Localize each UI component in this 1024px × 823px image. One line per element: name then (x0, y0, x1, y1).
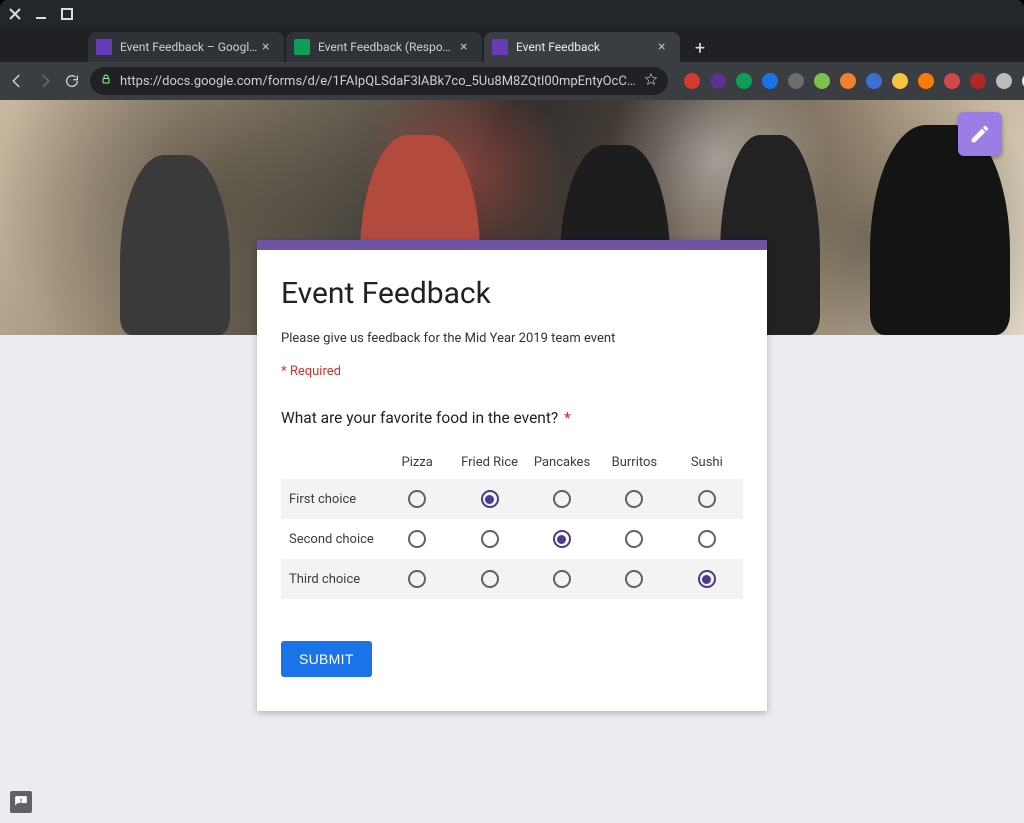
extensions-row (684, 73, 1024, 89)
radio-option[interactable] (553, 570, 571, 588)
lock-icon (100, 73, 112, 89)
grid-row: Second choice (281, 519, 743, 559)
window-titlebar (0, 0, 1024, 28)
reload-button[interactable] (64, 70, 80, 92)
grid-row: First choice (281, 479, 743, 519)
radio-option[interactable] (408, 490, 426, 508)
tab-title: Event Feedback (516, 40, 654, 54)
back-button[interactable] (8, 70, 26, 92)
extension-icon[interactable] (788, 73, 804, 89)
column-header: Pizza (381, 455, 453, 470)
pencil-icon (969, 123, 991, 145)
required-asterisk: * (564, 409, 571, 427)
extension-icon[interactable] (944, 73, 960, 89)
window-minimize-button[interactable] (32, 5, 50, 23)
address-bar[interactable]: https://docs.google.com/forms/d/e/1FAIpQ… (90, 67, 668, 95)
question-label: What are your favorite food in the event… (281, 409, 558, 427)
grid-header-row: Pizza Fried Rice Pancakes Burritos Sushi (281, 445, 743, 479)
radio-option[interactable] (625, 490, 643, 508)
page-viewport: Event Feedback Please give us feedback f… (0, 100, 1024, 823)
tab-close-icon[interactable]: × (262, 39, 276, 55)
column-header: Pancakes (526, 455, 598, 470)
forms-icon (492, 39, 508, 55)
question-text: What are your favorite food in the event… (281, 409, 743, 427)
feedback-icon (14, 795, 28, 809)
tab-close-icon[interactable]: × (460, 39, 474, 55)
forms-icon (96, 39, 112, 55)
extension-icon[interactable] (840, 73, 856, 89)
new-tab-button[interactable]: + (686, 34, 714, 62)
extension-icon[interactable] (918, 73, 934, 89)
row-label: First choice (281, 492, 381, 507)
form-description: Please give us feedback for the Mid Year… (281, 331, 743, 346)
url-text: https://docs.google.com/forms/d/e/1FAIpQ… (120, 74, 636, 89)
window-maximize-button[interactable] (58, 5, 76, 23)
radio-option[interactable] (553, 530, 571, 548)
extension-icon[interactable] (996, 73, 1012, 89)
radio-option[interactable] (625, 530, 643, 548)
extension-icon[interactable] (866, 73, 882, 89)
browser-tab-active[interactable]: Event Feedback × (484, 32, 680, 62)
column-header: Burritos (598, 455, 670, 470)
tab-close-icon[interactable]: × (658, 39, 672, 55)
submit-button[interactable]: SUBMIT (281, 641, 372, 677)
forward-button[interactable] (36, 70, 54, 92)
tab-title: Event Feedback – Google Forms (120, 40, 258, 54)
browser-tab[interactable]: Event Feedback (Responses) - G × (286, 32, 482, 62)
browser-tabstrip: Event Feedback – Google Forms × Event Fe… (0, 28, 1024, 62)
report-problem-button[interactable] (10, 791, 32, 813)
required-label: * Required (281, 364, 743, 379)
radio-option[interactable] (408, 530, 426, 548)
form-title: Event Feedback (281, 276, 743, 311)
row-label: Second choice (281, 532, 381, 547)
browser-tab[interactable]: Event Feedback – Google Forms × (88, 32, 284, 62)
extension-icon[interactable] (736, 73, 752, 89)
edit-form-button[interactable] (958, 112, 1002, 156)
extension-icon[interactable] (970, 73, 986, 89)
extension-icon[interactable] (684, 73, 700, 89)
column-header: Sushi (671, 455, 743, 470)
tab-title: Event Feedback (Responses) - G (318, 40, 456, 54)
radio-option[interactable] (408, 570, 426, 588)
radio-option[interactable] (481, 530, 499, 548)
window-close-button[interactable] (6, 5, 24, 23)
extension-icon[interactable] (892, 73, 908, 89)
column-header: Fried Rice (453, 455, 525, 470)
row-label: Third choice (281, 572, 381, 587)
extension-icon[interactable] (710, 73, 726, 89)
extension-icon[interactable] (762, 73, 778, 89)
form-card: Event Feedback Please give us feedback f… (257, 240, 767, 711)
sheets-icon (294, 39, 310, 55)
radio-option[interactable] (698, 570, 716, 588)
grid-row: Third choice (281, 559, 743, 599)
radio-option[interactable] (553, 490, 571, 508)
radio-option[interactable] (698, 530, 716, 548)
bookmark-star-icon[interactable] (644, 72, 658, 90)
radio-option[interactable] (625, 570, 643, 588)
radio-option[interactable] (698, 490, 716, 508)
radio-option[interactable] (481, 570, 499, 588)
browser-toolbar: https://docs.google.com/forms/d/e/1FAIpQ… (0, 62, 1024, 100)
radio-option[interactable] (481, 490, 499, 508)
extension-icon[interactable] (814, 73, 830, 89)
radio-grid: Pizza Fried Rice Pancakes Burritos Sushi… (281, 445, 743, 599)
